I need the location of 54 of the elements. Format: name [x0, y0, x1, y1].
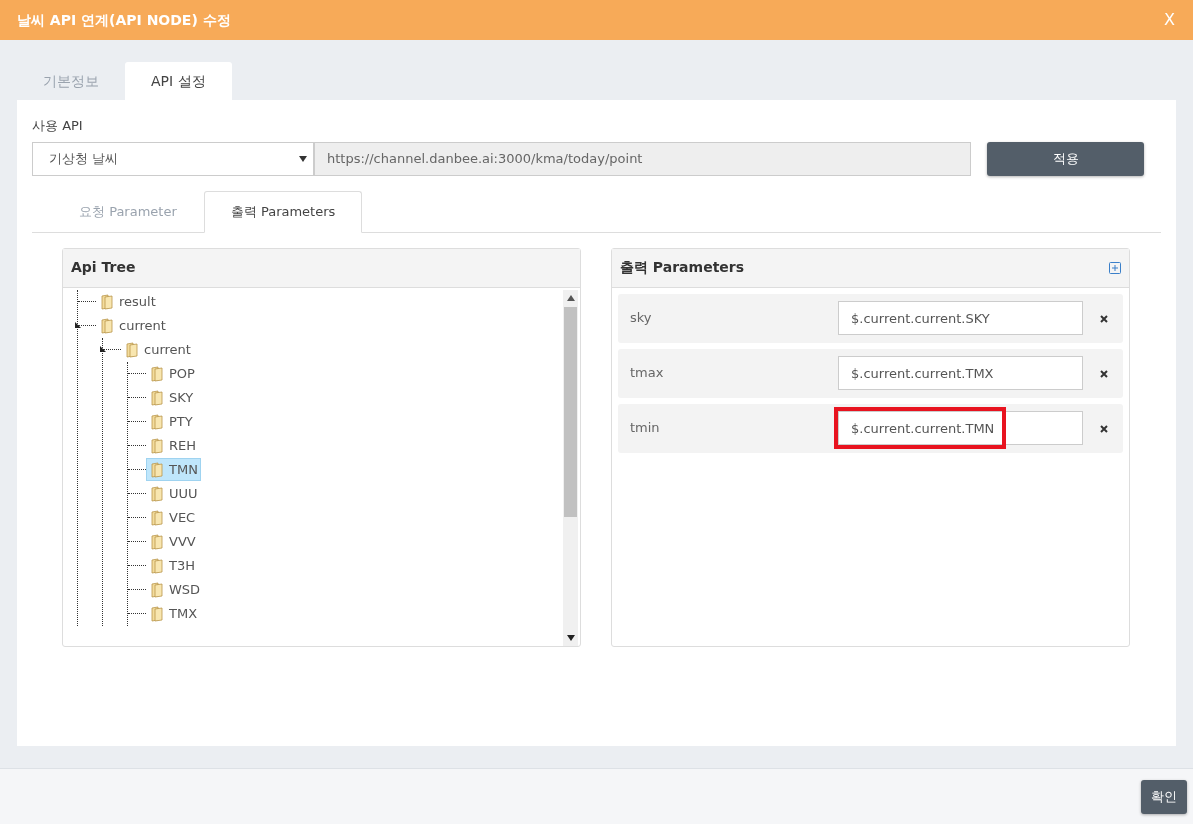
parameter-path-field[interactable]: $.current.current.TMX	[838, 356, 1083, 390]
tree-item[interactable]: VVV	[146, 529, 199, 554]
folder-icon	[124, 341, 140, 358]
parameter-path-field[interactable]: $.current.current.TMN	[838, 411, 1083, 445]
tree-item[interactable]: result	[96, 289, 159, 314]
tree-item[interactable]: TMN	[146, 457, 201, 482]
tree-item[interactable]: current	[96, 313, 169, 338]
tab[interactable]: 출력 Parameters	[203, 190, 363, 233]
expanded-icon[interactable]	[75, 321, 81, 328]
folder-icon	[149, 437, 165, 454]
tree-item[interactable]: UUU	[146, 481, 201, 506]
tree-item[interactable]: VEC	[146, 505, 199, 530]
folder-icon	[149, 605, 165, 622]
folder-icon	[149, 365, 165, 382]
tree-item[interactable]: WSD	[146, 577, 204, 602]
folder-icon	[149, 509, 165, 526]
expanded-icon[interactable]	[100, 345, 106, 352]
add-icon[interactable]	[1109, 261, 1121, 274]
close-icon	[1100, 314, 1108, 323]
confirm-button[interactable]: 확인	[1141, 779, 1187, 814]
tree-item[interactable]: REH	[146, 433, 200, 458]
tree-item[interactable]: SKY	[146, 385, 197, 410]
api-select[interactable]: 기상청 날씨	[32, 141, 314, 176]
tab[interactable]: API 설정	[125, 62, 232, 100]
tree-item[interactable]: TMX	[146, 601, 201, 626]
parameter-path-field[interactable]: $.current.current.SKY	[838, 301, 1083, 335]
folder-icon	[99, 317, 115, 334]
tree-item[interactable]: current	[121, 337, 194, 362]
url-field[interactable]: https://channel.danbee.ai:3000/kma/today/point	[314, 141, 971, 176]
tree-item[interactable]: PTY	[146, 409, 196, 434]
folder-icon	[149, 485, 165, 502]
tree-item[interactable]: T3H	[146, 553, 198, 578]
dialog-title: 날씨 API 연계(API NODE) 수정	[17, 10, 231, 30]
folder-icon	[149, 461, 165, 478]
parameter-name: tmax	[630, 364, 665, 383]
folder-icon	[149, 533, 165, 550]
scrollbar[interactable]	[563, 289, 578, 646]
close-icon	[1100, 369, 1108, 378]
parameter-name: sky	[630, 309, 653, 328]
scroll-down-icon[interactable]	[566, 634, 575, 641]
api-label: 사용 API	[32, 117, 84, 135]
folder-icon	[149, 413, 165, 430]
folder-icon	[99, 293, 115, 310]
dropdown-caret-icon	[299, 155, 307, 162]
folder-icon	[149, 581, 165, 598]
folder-icon	[149, 557, 165, 574]
close-icon	[1100, 424, 1108, 433]
folder-icon	[149, 389, 165, 406]
parameter-name: tmin	[630, 419, 661, 438]
tree-item[interactable]: POP	[146, 361, 198, 386]
apply-button[interactable]: 적용	[987, 141, 1144, 176]
panel-title: 출력 Parameters	[620, 258, 745, 277]
panel-title: Api Tree	[71, 258, 136, 277]
scroll-up-icon[interactable]	[566, 294, 575, 301]
